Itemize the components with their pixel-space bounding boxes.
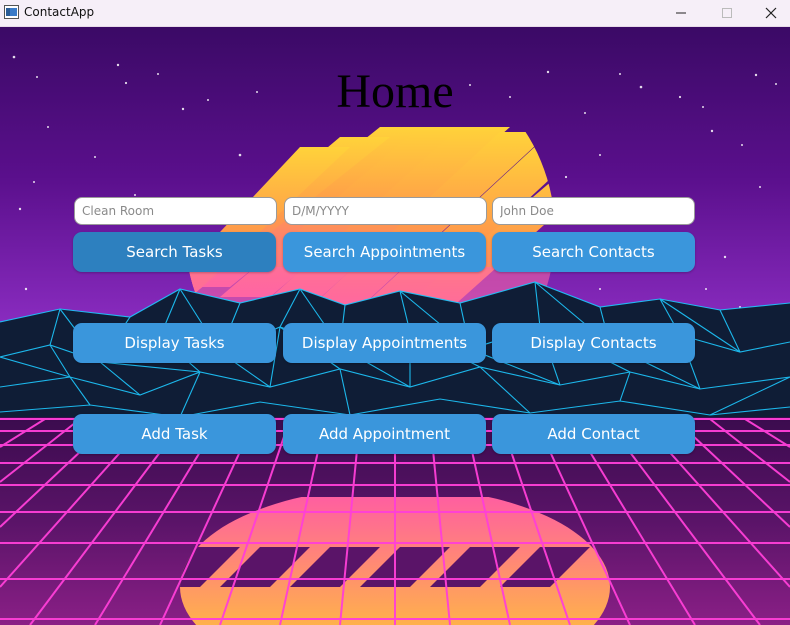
display-contacts-button[interactable]: Display Contacts [492, 323, 695, 363]
search-contacts-button[interactable]: Search Contacts [492, 232, 695, 272]
contact-search-input[interactable] [492, 197, 695, 225]
task-search-input[interactable] [74, 197, 277, 225]
add-contact-button[interactable]: Add Contact [492, 414, 695, 454]
maximize-button[interactable] [704, 0, 750, 26]
date-search-input[interactable] [284, 197, 487, 225]
add-task-button[interactable]: Add Task [73, 414, 276, 454]
minimize-button[interactable] [658, 0, 704, 26]
window-titlebar: ContactApp [0, 0, 790, 27]
page-title: Home [336, 65, 454, 118]
minimize-icon [676, 12, 686, 14]
add-appointment-button[interactable]: Add Appointment [283, 414, 486, 454]
close-icon [765, 7, 777, 19]
app-icon [4, 5, 19, 19]
display-tasks-button[interactable]: Display Tasks [73, 323, 276, 363]
window-title: ContactApp [24, 5, 95, 19]
maximize-icon [722, 8, 732, 18]
search-tasks-button[interactable]: Search Tasks [73, 232, 276, 272]
search-appointments-button[interactable]: Search Appointments [283, 232, 486, 272]
close-button[interactable] [748, 0, 790, 26]
display-appointments-button[interactable]: Display Appointments [283, 323, 486, 363]
